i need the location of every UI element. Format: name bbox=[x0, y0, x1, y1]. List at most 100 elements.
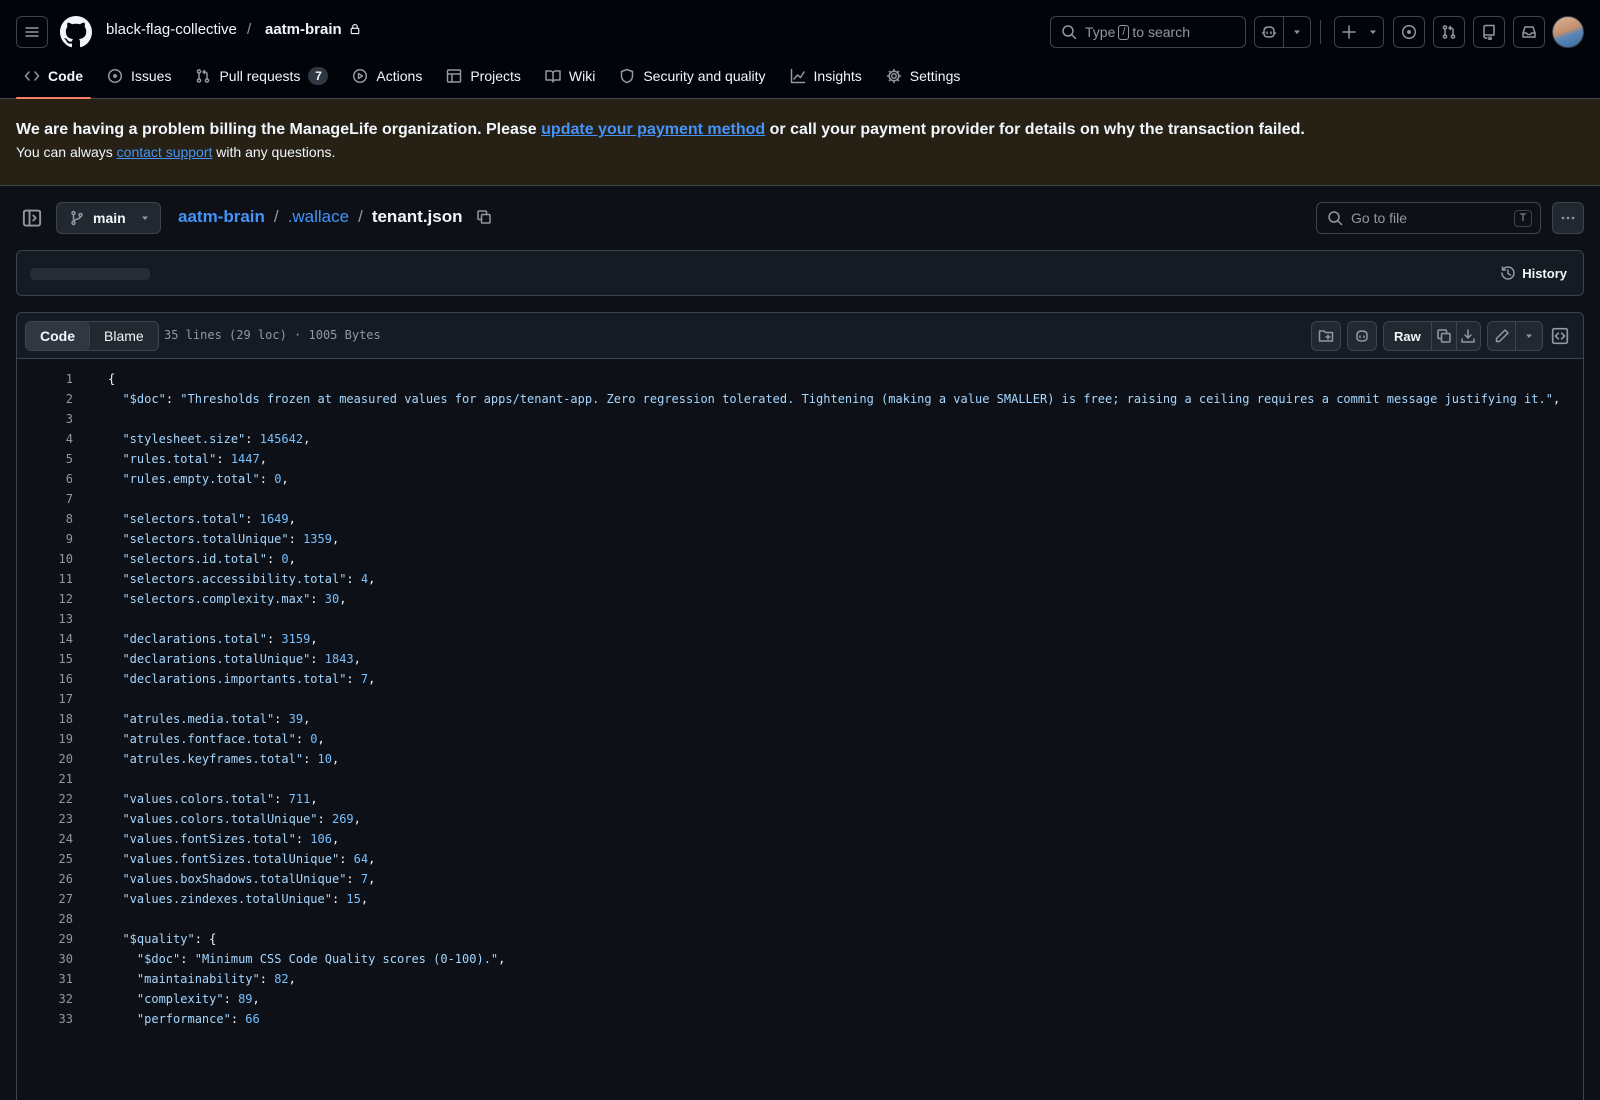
tab-actions[interactable]: Actions bbox=[344, 60, 430, 92]
copilot-ask-button[interactable] bbox=[1347, 321, 1377, 351]
tab-issues[interactable]: Issues bbox=[99, 60, 179, 92]
go-to-file-input[interactable]: Go to file T bbox=[1316, 202, 1541, 234]
edit-menu-button[interactable] bbox=[1516, 322, 1542, 350]
line-number[interactable]: 4 bbox=[17, 429, 73, 449]
line-number[interactable]: 21 bbox=[17, 769, 73, 789]
book-icon bbox=[545, 70, 561, 83]
inbox-button[interactable] bbox=[1513, 16, 1545, 48]
line-number[interactable]: 30 bbox=[17, 949, 73, 969]
tab-label: Pull requests bbox=[219, 68, 301, 84]
global-search-input[interactable]: Type / to search bbox=[1050, 16, 1246, 48]
contact-support-link[interactable]: contact support bbox=[117, 144, 213, 160]
repositories-shortcut-button[interactable] bbox=[1473, 16, 1505, 48]
history-button[interactable]: History bbox=[1500, 265, 1567, 281]
plus-icon bbox=[1342, 25, 1356, 39]
line-number[interactable]: 5 bbox=[17, 449, 73, 469]
line-number[interactable]: 10 bbox=[17, 549, 73, 569]
shield-icon bbox=[621, 68, 634, 84]
triangle-down-icon bbox=[1526, 334, 1532, 338]
inbox-icon bbox=[1522, 26, 1536, 38]
line-number[interactable]: 23 bbox=[17, 809, 73, 829]
graph-icon bbox=[790, 68, 805, 84]
code-line: 32 "complexity": 89, bbox=[17, 989, 1583, 1009]
line-number[interactable]: 7 bbox=[17, 489, 73, 509]
line-number[interactable]: 18 bbox=[17, 709, 73, 729]
tab-settings[interactable]: Settings bbox=[878, 60, 969, 92]
copy-raw-button[interactable] bbox=[1432, 322, 1457, 350]
symbols-panel-button[interactable] bbox=[1551, 327, 1569, 345]
line-number[interactable]: 12 bbox=[17, 589, 73, 609]
line-number[interactable]: 15 bbox=[17, 649, 73, 669]
owner-link[interactable]: black-flag-collective bbox=[106, 21, 237, 38]
breadcrumb-repo-link[interactable]: aatm-brain bbox=[178, 207, 265, 227]
plus-button[interactable] bbox=[1335, 17, 1363, 47]
toggle-file-tree-button[interactable] bbox=[22, 208, 42, 228]
tab-blame-view[interactable]: Blame bbox=[90, 322, 158, 350]
line-content: "values.zindexes.totalUnique": 15, bbox=[122, 892, 369, 906]
copilot-menu-button[interactable] bbox=[1284, 17, 1310, 47]
line-number[interactable]: 32 bbox=[17, 989, 73, 1009]
line-content: "$doc": "Thresholds frozen at measured v… bbox=[122, 392, 1561, 406]
breadcrumb-separator: / bbox=[273, 207, 279, 226]
pull-requests-shortcut-button[interactable] bbox=[1433, 16, 1465, 48]
line-number[interactable]: 13 bbox=[17, 609, 73, 629]
tab-code[interactable]: Code bbox=[16, 60, 91, 99]
tab-insights[interactable]: Insights bbox=[782, 60, 870, 92]
more-options-button[interactable] bbox=[1552, 202, 1584, 234]
line-number[interactable]: 1 bbox=[17, 369, 73, 389]
line-number[interactable]: 22 bbox=[17, 789, 73, 809]
line-number[interactable]: 19 bbox=[17, 729, 73, 749]
line-number[interactable]: 33 bbox=[17, 1009, 73, 1029]
tab-pull-requests[interactable]: Pull requests 7 bbox=[187, 60, 336, 92]
user-avatar[interactable] bbox=[1552, 16, 1584, 48]
copilot-split-button[interactable] bbox=[1254, 16, 1311, 48]
raw-button[interactable]: Raw bbox=[1384, 322, 1432, 350]
line-number[interactable]: 20 bbox=[17, 749, 73, 769]
issues-shortcut-button[interactable] bbox=[1393, 16, 1425, 48]
code-line: 3 bbox=[17, 409, 1583, 429]
create-new-button[interactable] bbox=[1334, 16, 1384, 48]
line-number[interactable]: 16 bbox=[17, 669, 73, 689]
tab-label: Settings bbox=[909, 68, 961, 84]
triangle-down-icon bbox=[1294, 30, 1301, 34]
line-number[interactable]: 3 bbox=[17, 409, 73, 429]
line-number[interactable]: 9 bbox=[17, 529, 73, 549]
issue-opened-icon bbox=[107, 68, 123, 84]
gear-icon bbox=[886, 68, 902, 84]
line-number[interactable]: 27 bbox=[17, 889, 73, 909]
line-number[interactable]: 31 bbox=[17, 969, 73, 989]
github-logo-icon[interactable] bbox=[60, 16, 92, 48]
code-line: 26 "values.boxShadows.totalUnique": 7, bbox=[17, 869, 1583, 889]
copilot-button[interactable] bbox=[1255, 17, 1285, 47]
branch-selector[interactable]: main bbox=[56, 202, 161, 234]
line-number[interactable]: 28 bbox=[17, 909, 73, 929]
line-content: "atrules.keyframes.total": 10, bbox=[122, 752, 340, 766]
line-number[interactable]: 29 bbox=[17, 929, 73, 949]
tab-code-view[interactable]: Code bbox=[26, 322, 90, 350]
breadcrumb-folder-link[interactable]: .wallace bbox=[288, 207, 349, 227]
line-number[interactable]: 8 bbox=[17, 509, 73, 529]
line-number[interactable]: 14 bbox=[17, 629, 73, 649]
edit-file-button[interactable] bbox=[1488, 322, 1516, 350]
repo-link[interactable]: aatm-brain bbox=[265, 21, 361, 38]
line-number[interactable]: 26 bbox=[17, 869, 73, 889]
tab-wiki[interactable]: Wiki bbox=[537, 60, 603, 92]
tab-projects[interactable]: Projects bbox=[438, 60, 529, 92]
line-content: "maintainability": 82, bbox=[136, 972, 296, 986]
download-button[interactable] bbox=[1457, 322, 1480, 350]
copy-icon[interactable] bbox=[476, 209, 492, 225]
line-number[interactable]: 17 bbox=[17, 689, 73, 709]
line-number[interactable]: 2 bbox=[17, 389, 73, 409]
hamburger-icon bbox=[25, 27, 39, 37]
line-number[interactable]: 25 bbox=[17, 849, 73, 869]
menu-button[interactable] bbox=[16, 16, 48, 48]
line-number[interactable]: 11 bbox=[17, 569, 73, 589]
tab-security[interactable]: Security and quality bbox=[611, 60, 773, 92]
update-payment-link[interactable]: update your payment method bbox=[541, 121, 765, 138]
line-content: { bbox=[108, 372, 116, 386]
pencil-icon bbox=[1495, 329, 1509, 343]
symbols-button[interactable] bbox=[1311, 321, 1341, 351]
create-menu-button[interactable] bbox=[1363, 17, 1383, 47]
line-number[interactable]: 24 bbox=[17, 829, 73, 849]
line-number[interactable]: 6 bbox=[17, 469, 73, 489]
